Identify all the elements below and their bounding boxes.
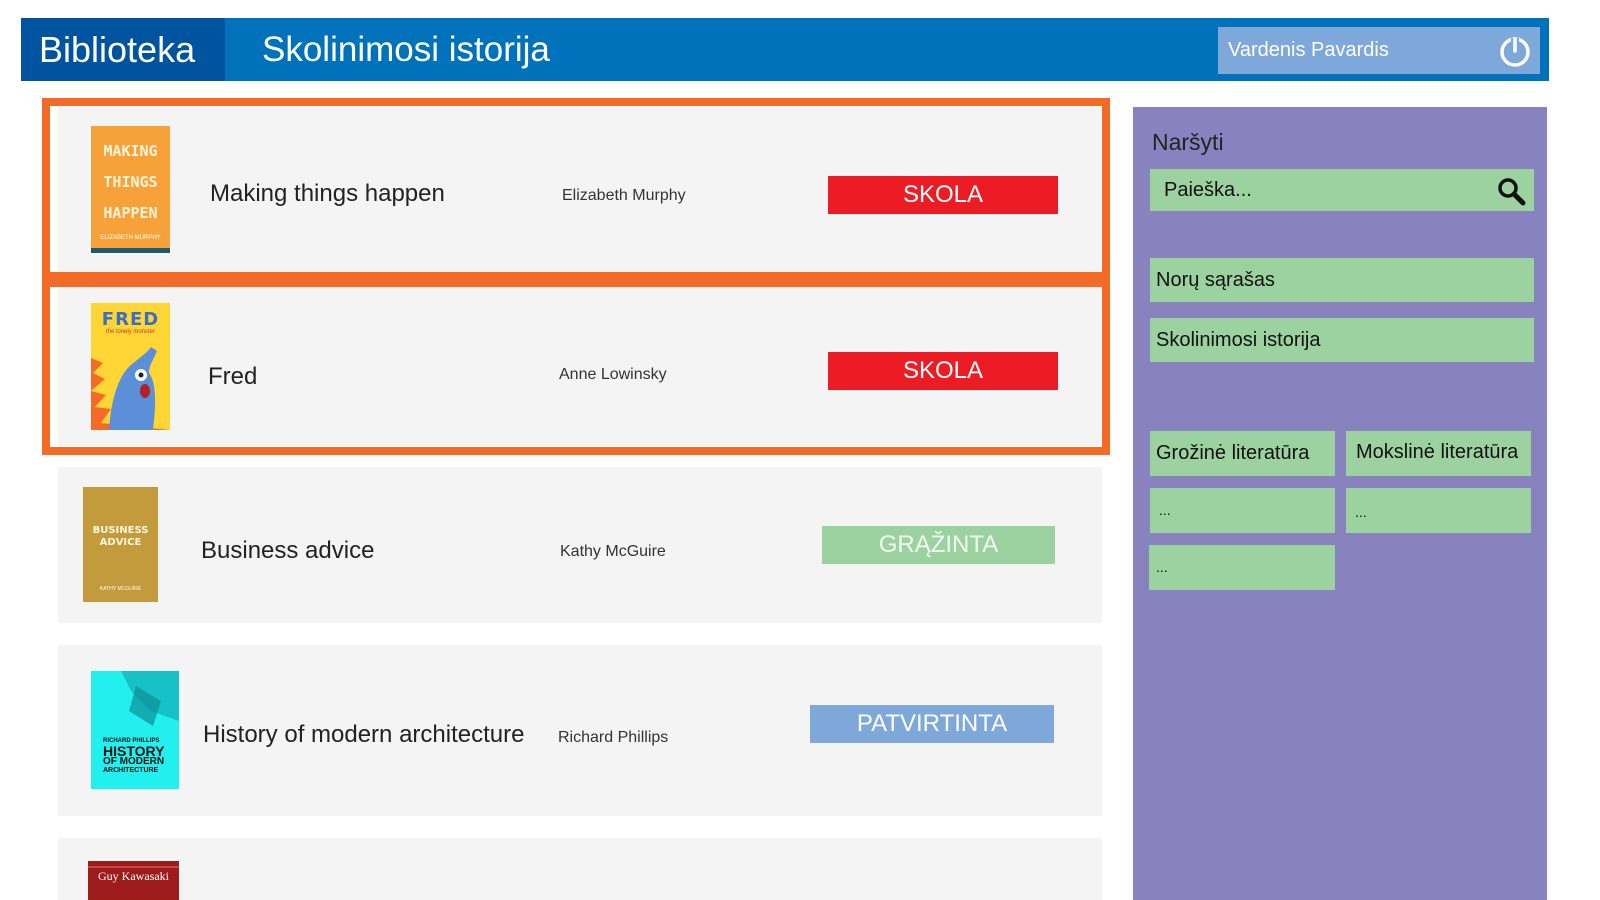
status-badge[interactable]: GRĄŽINTA [822,526,1055,564]
nav-wishlist[interactable]: Norų sąrašas [1150,258,1534,302]
brand-logo[interactable]: Biblioteka [21,18,225,81]
category-more[interactable]: ... [1346,488,1531,533]
book-cover: RICHARD PHILLIPS HISTORY OF MODERN ARCHI… [91,671,179,789]
category-science[interactable]: Mokslinė literatūra [1346,431,1531,476]
book-cover: Guy Kawasaki [88,861,179,900]
book-title[interactable]: Making things happen [210,180,445,208]
search-placeholder: Paieška... [1164,179,1252,201]
book-author: Kathy McGuire [560,543,666,560]
user-menu[interactable]: Vardenis Pavardis [1218,27,1540,74]
nav-borrowing-history[interactable]: Skolinimosi istorija [1150,318,1534,362]
status-badge[interactable]: PATVIRTINTA [810,705,1054,743]
book-title[interactable]: Fred [208,363,257,391]
book-title[interactable]: Business advice [201,537,374,565]
page-title: Skolinimosi istorija [262,30,550,69]
history-item[interactable]: MAKING THINGS HAPPEN ELIZABETH MURPHY Ma… [58,107,1102,272]
search-icon[interactable] [1496,176,1526,206]
status-badge[interactable]: SKOLA [828,352,1058,390]
highlight-divider [42,272,1110,287]
category-fiction[interactable]: Grožinė literatūra [1150,431,1335,476]
browse-heading: Naršyti [1152,129,1224,155]
book-title[interactable]: History of modern architecture [203,721,524,749]
category-more[interactable]: ... [1149,545,1335,590]
history-item[interactable]: BUSINESS ADVICE KATHY MCGUIRE Business a… [58,467,1102,623]
book-cover: MAKING THINGS HAPPEN ELIZABETH MURPHY [91,126,170,253]
search-input[interactable]: Paieška... [1150,169,1534,211]
status-badge[interactable]: SKOLA [828,176,1058,214]
category-more[interactable]: ... [1150,488,1335,533]
book-author: Elizabeth Murphy [562,187,686,204]
book-author: Anne Lowinsky [559,366,667,383]
history-item[interactable]: RICHARD PHILLIPS HISTORY OF MODERN ARCHI… [58,645,1102,816]
history-item[interactable]: FRED the lonely monster Fred Anne Lowins… [58,287,1102,446]
history-item[interactable]: Guy Kawasaki [58,838,1102,900]
book-cover: BUSINESS ADVICE KATHY MCGUIRE [83,487,158,602]
book-cover: FRED the lonely monster [91,303,170,430]
power-icon[interactable] [1498,34,1532,68]
top-bar: Biblioteka Skolinimosi istorija Vardenis… [21,18,1549,81]
user-name: Vardenis Pavardis [1228,39,1389,61]
sidebar: Naršyti Paieška... Norų sąrašas Skolinim… [1133,107,1547,900]
book-author: Richard Phillips [558,729,669,746]
